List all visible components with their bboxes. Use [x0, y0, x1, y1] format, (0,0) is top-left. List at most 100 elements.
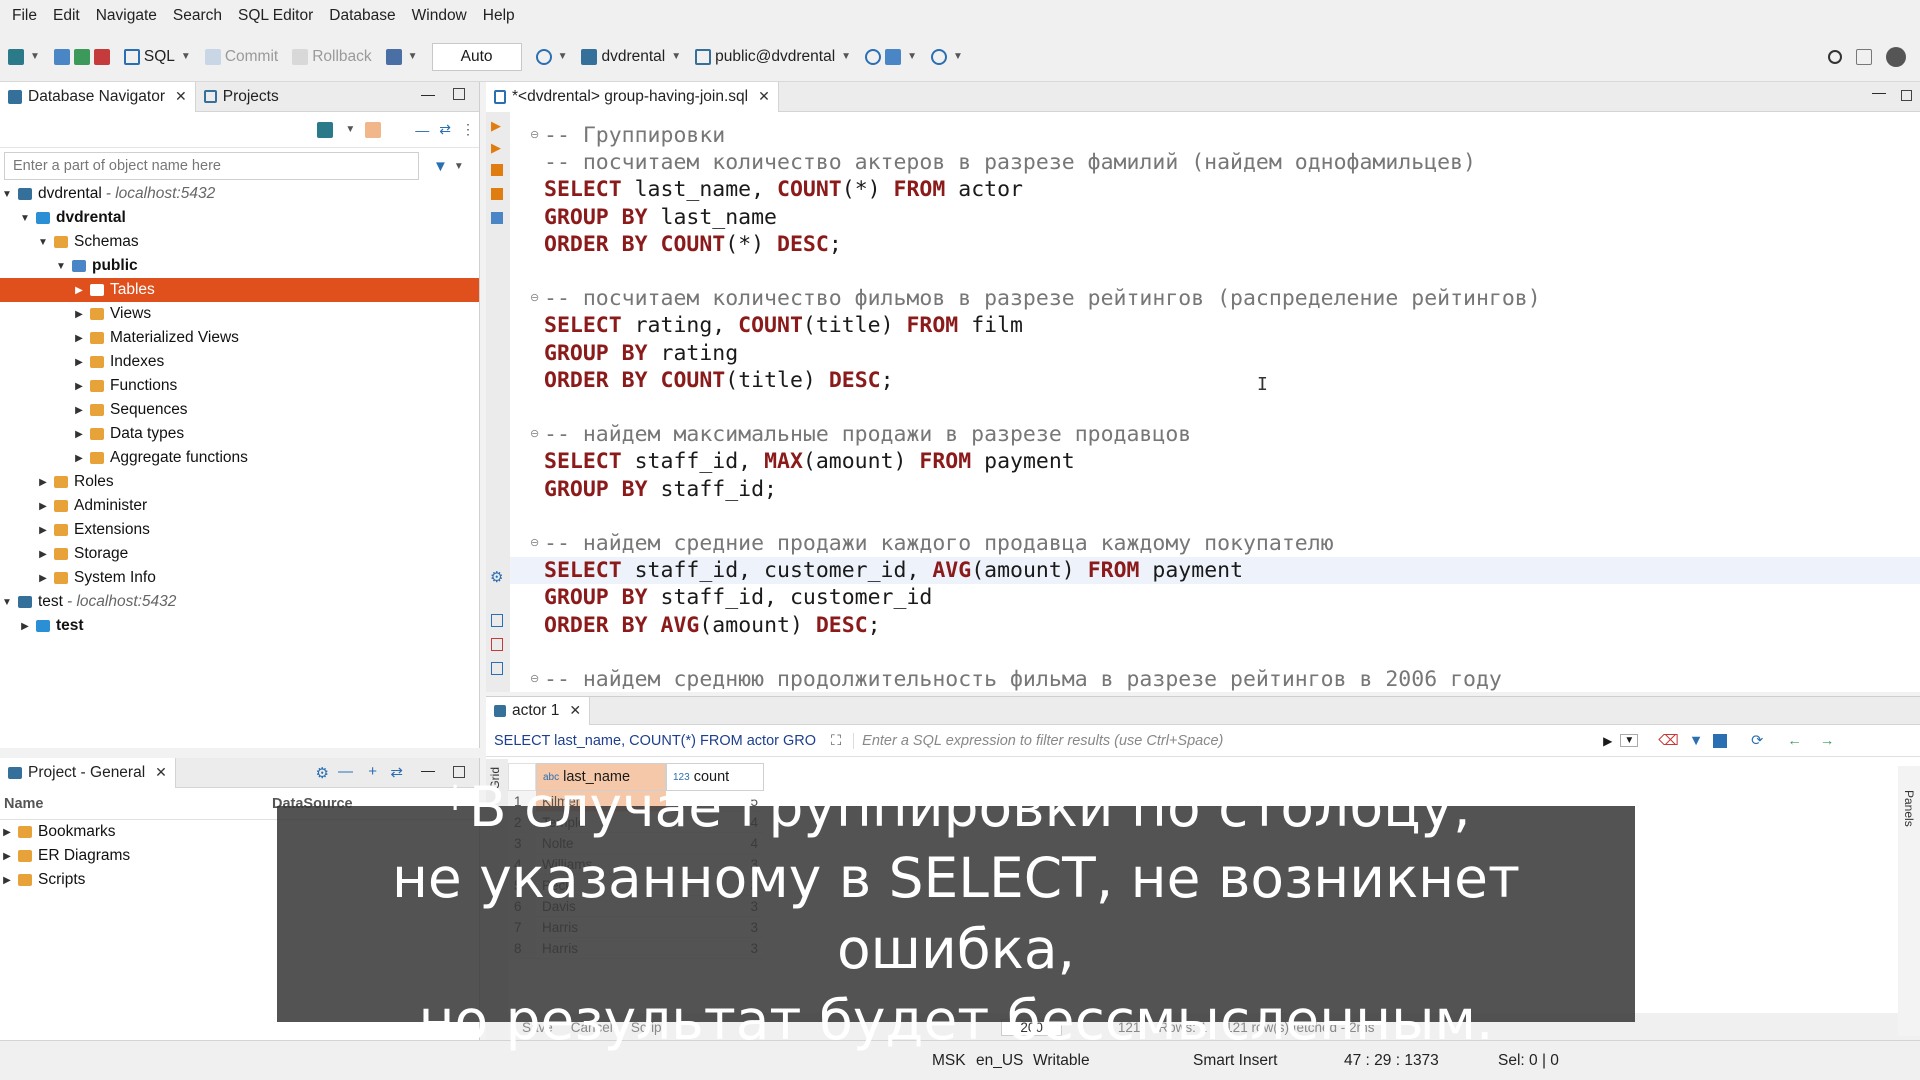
- close-icon[interactable]: ✕: [758, 88, 770, 105]
- code-line[interactable]: GROUP BY staff_id, customer_id: [544, 584, 932, 611]
- expanded-arrow-icon[interactable]: ▼: [0, 597, 14, 608]
- menu-item-file[interactable]: File: [4, 7, 45, 25]
- close-icon[interactable]: ✕: [175, 88, 187, 105]
- navigator-button[interactable]: ▼: [8, 48, 40, 65]
- fold-toggle-icon[interactable]: ⊖: [530, 672, 539, 685]
- menu-item-database[interactable]: Database: [321, 7, 403, 25]
- tree-item-sequences[interactable]: ▶ Sequences: [0, 398, 479, 422]
- arrow-right-icon[interactable]: →: [1820, 733, 1835, 749]
- fold-toggle-icon[interactable]: ⊖: [530, 536, 539, 549]
- tab-project-general[interactable]: Project - General ✕: [0, 757, 176, 788]
- tree-item-test[interactable]: ▼ test - localhost:5432: [0, 590, 479, 614]
- load-plan-icon[interactable]: [491, 212, 503, 224]
- code-line[interactable]: -- Группировки: [544, 122, 725, 149]
- connect-buttons[interactable]: [53, 48, 110, 65]
- collapsed-arrow-icon[interactable]: ▶: [0, 851, 14, 862]
- collapsed-arrow-icon[interactable]: ▶: [72, 357, 86, 368]
- results-filter-input[interactable]: Enter a SQL expression to filter results…: [853, 732, 1583, 749]
- minimize-icon[interactable]: —: [421, 86, 435, 102]
- fold-toggle-icon[interactable]: ⊖: [530, 128, 539, 141]
- code-line[interactable]: -- посчитаем количество актеров в разрез…: [544, 149, 1476, 176]
- collapsed-arrow-icon[interactable]: ▶: [0, 827, 14, 838]
- execute-new-tab-icon[interactable]: [491, 164, 503, 176]
- dashboard-button[interactable]: ▼: [865, 48, 917, 65]
- history-button[interactable]: ▼: [535, 48, 567, 65]
- arrow-left-icon[interactable]: ←: [1787, 733, 1802, 749]
- collapsed-arrow-icon[interactable]: ▶: [0, 875, 14, 886]
- tree-item-materialized-views[interactable]: ▶ Materialized Views: [0, 326, 479, 350]
- tree-item-data-types[interactable]: ▶ Data types: [0, 422, 479, 446]
- tree-item-roles[interactable]: ▶ Roles: [0, 470, 479, 494]
- fold-toggle-icon[interactable]: ⊖: [530, 427, 539, 440]
- search-dropdown-button[interactable]: ▼: [930, 48, 963, 65]
- collapsed-arrow-icon[interactable]: ▶: [36, 477, 50, 488]
- collapsed-arrow-icon[interactable]: ▶: [72, 429, 86, 440]
- chevron-down-icon[interactable]: ▼: [345, 124, 355, 135]
- panels-tab[interactable]: Panels: [1902, 790, 1916, 827]
- collapsed-arrow-icon[interactable]: ▶: [72, 381, 86, 392]
- execute-script-icon[interactable]: ▶: [491, 140, 501, 156]
- code-line[interactable]: ORDER BY COUNT(title) DESC;: [544, 367, 894, 394]
- expanded-arrow-icon[interactable]: ▼: [18, 213, 32, 224]
- expand-icon[interactable]: ⛶: [831, 733, 841, 749]
- code-line[interactable]: -- посчитаем количество фильмов в разрез…: [544, 285, 1541, 312]
- tree-item-test[interactable]: ▶ test: [0, 614, 479, 638]
- expanded-arrow-icon[interactable]: ▼: [0, 189, 14, 200]
- tree-item-storage[interactable]: ▶ Storage: [0, 542, 479, 566]
- user-avatar[interactable]: [1886, 46, 1906, 67]
- collapsed-arrow-icon[interactable]: ▶: [36, 501, 50, 512]
- tree-item-public[interactable]: ▼ public: [0, 254, 479, 278]
- tab-sql-script[interactable]: *<dvdrental> group-having-join.sql ✕: [486, 81, 779, 112]
- code-line[interactable]: -- найдем среднюю продолжительность филь…: [544, 666, 1502, 693]
- expanded-arrow-icon[interactable]: ▼: [36, 237, 50, 248]
- code-line[interactable]: SELECT last_name, COUNT(*) FROM actor: [544, 176, 1023, 203]
- new-connection-icon[interactable]: [317, 121, 334, 138]
- filter-settings-icon[interactable]: ▼: [1689, 733, 1703, 749]
- collapsed-arrow-icon[interactable]: ▶: [72, 453, 86, 464]
- maximize-icon[interactable]: [453, 88, 465, 100]
- tab-projects[interactable]: Projects: [196, 82, 287, 112]
- menu-item-edit[interactable]: Edit: [45, 7, 88, 25]
- expanded-arrow-icon[interactable]: ▼: [54, 261, 68, 272]
- collapsed-arrow-icon[interactable]: ▶: [36, 573, 50, 584]
- menu-item-navigate[interactable]: Navigate: [88, 7, 165, 25]
- tree-item-extensions[interactable]: ▶ Extensions: [0, 518, 479, 542]
- tree-item-views[interactable]: ▶ Views: [0, 302, 479, 326]
- settings-icon[interactable]: ⚙: [490, 568, 503, 586]
- schema-selector[interactable]: public@dvdrental ▼: [695, 48, 851, 66]
- code-line[interactable]: GROUP BY rating: [544, 340, 738, 367]
- fold-toggle-icon[interactable]: ⊖: [530, 291, 539, 304]
- rollback-button[interactable]: Rollback: [292, 48, 372, 66]
- collapsed-arrow-icon[interactable]: ▶: [72, 333, 86, 344]
- close-icon[interactable]: ✕: [569, 702, 581, 719]
- auto-commit-toggle[interactable]: Auto: [431, 42, 522, 71]
- navigator-search-input[interactable]: Enter a part of object name here: [4, 152, 419, 180]
- filter-icon[interactable]: ▼: [433, 158, 448, 175]
- tree-item-functions[interactable]: ▶ Functions: [0, 374, 479, 398]
- refresh-icon[interactable]: ⟳: [1751, 733, 1763, 749]
- tree-item-administer[interactable]: ▶ Administer: [0, 494, 479, 518]
- maximize-icon[interactable]: [1901, 90, 1912, 101]
- new-script-icon[interactable]: [491, 614, 503, 627]
- code-line[interactable]: -- найдем средние продажи каждого продав…: [544, 530, 1334, 557]
- code-line[interactable]: SELECT rating, COUNT(title) FROM film: [544, 312, 1023, 339]
- delete-script-icon[interactable]: [491, 638, 503, 651]
- code-line[interactable]: SELECT staff_id, customer_id, AVG(amount…: [544, 557, 1243, 584]
- minimize-icon[interactable]: —: [1872, 84, 1886, 100]
- datasource-selector[interactable]: dvdrental ▼: [581, 48, 681, 66]
- tree-item-system-info[interactable]: ▶ System Info: [0, 566, 479, 590]
- tab-results-actor[interactable]: actor 1 ✕: [486, 696, 591, 725]
- code-line[interactable]: GROUP BY staff_id;: [544, 476, 777, 503]
- transaction-mode-button[interactable]: ▼: [385, 48, 418, 65]
- erase-filter-icon[interactable]: ⌫: [1658, 733, 1679, 749]
- code-line[interactable]: ORDER BY COUNT(*) DESC;: [544, 231, 842, 258]
- tree-item-tables[interactable]: ▶ Tables: [0, 278, 479, 302]
- save-filter-icon[interactable]: [1713, 733, 1728, 748]
- more-options-icon[interactable]: ⋮: [461, 121, 475, 138]
- menu-item-sql-editor[interactable]: SQL Editor: [230, 7, 321, 25]
- chevron-down-icon[interactable]: ▼: [1620, 734, 1639, 747]
- code-line[interactable]: SELECT staff_id, MAX(amount) FROM paymen…: [544, 448, 1075, 475]
- column-name[interactable]: Name: [0, 796, 272, 812]
- collapsed-arrow-icon[interactable]: ▶: [18, 621, 32, 632]
- code-line[interactable]: GROUP BY last_name: [544, 204, 777, 231]
